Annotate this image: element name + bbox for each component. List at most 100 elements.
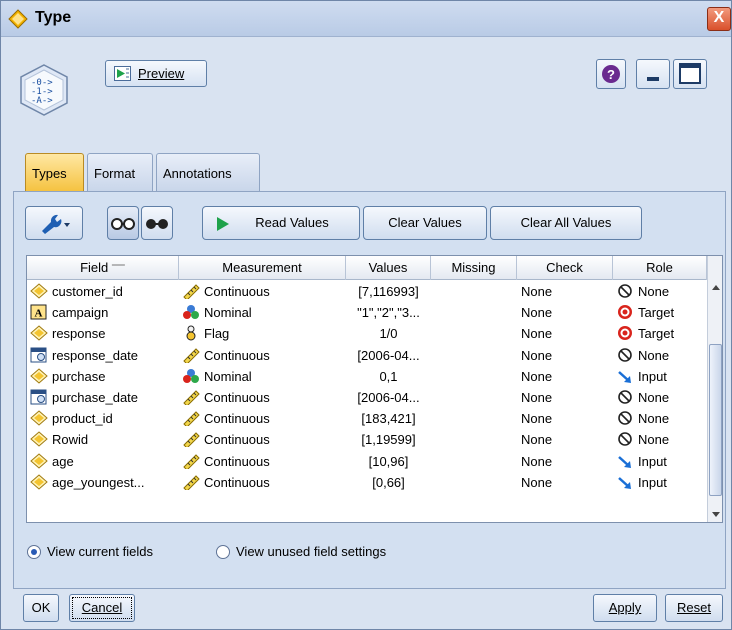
- continuous-field-icon: [30, 452, 48, 469]
- cell-role[interactable]: Input: [616, 366, 707, 387]
- cell-role[interactable]: None: [616, 345, 707, 366]
- cell-check[interactable]: None: [521, 345, 613, 366]
- scroll-down-arrow-icon[interactable]: [709, 508, 723, 520]
- cell-field-text: purchase: [52, 368, 106, 384]
- maximize-button[interactable]: [673, 59, 707, 89]
- cell-measurement[interactable]: Continuous: [182, 472, 344, 493]
- cell-missing: [431, 408, 517, 429]
- cell-missing: [431, 451, 517, 472]
- cell-measurement[interactable]: Continuous: [182, 451, 344, 472]
- minimize-button[interactable]: [636, 59, 670, 89]
- reset-label: Reset: [677, 600, 711, 615]
- cell-role-text: None: [638, 347, 670, 363]
- view-unused-settings-radio[interactable]: View unused field settings: [216, 544, 386, 559]
- cell-measurement[interactable]: Continuous: [182, 387, 344, 408]
- cell-role[interactable]: None: [616, 429, 707, 450]
- cell-measurement-text: Continuous: [204, 347, 270, 363]
- cell-measurement-text: Flag: [204, 326, 230, 342]
- none-icon: [616, 283, 634, 299]
- column-header-role[interactable]: Role: [613, 256, 707, 280]
- table-row[interactable]: response Flag 1/0 None Target: [27, 323, 707, 344]
- string-field-icon: A: [30, 304, 48, 320]
- clear-all-values-button[interactable]: Clear All Values: [490, 206, 642, 240]
- cancel-button[interactable]: Cancel: [69, 594, 135, 622]
- table-row[interactable]: customer_id Continuous [7,116993] None None: [27, 281, 707, 302]
- title-bar[interactable]: Type X: [1, 1, 731, 37]
- close-button[interactable]: X: [707, 7, 731, 31]
- vertical-scrollbar[interactable]: [707, 256, 723, 522]
- date-field-icon: [30, 347, 48, 363]
- cell-check[interactable]: None: [521, 302, 613, 323]
- cell-role[interactable]: Target: [616, 323, 707, 344]
- tools-dropdown-button[interactable]: [25, 206, 83, 240]
- cell-check[interactable]: None: [521, 366, 613, 387]
- cell-measurement[interactable]: Nominal: [182, 366, 344, 387]
- cell-check-text: None: [521, 432, 553, 448]
- column-header-check[interactable]: Check: [517, 256, 613, 280]
- cell-check[interactable]: None: [521, 281, 613, 302]
- cell-role[interactable]: None: [616, 387, 707, 408]
- table-row[interactable]: Rowid Continuous [1,19599] None None: [27, 429, 707, 450]
- input-arrow-icon: [616, 453, 634, 469]
- cell-field: age: [30, 451, 179, 472]
- scrollbar-thumb[interactable]: [709, 344, 722, 496]
- column-header-values[interactable]: Values: [346, 256, 431, 280]
- cell-field: customer_id: [30, 281, 179, 302]
- cell-measurement[interactable]: Continuous: [182, 345, 344, 366]
- target-icon: [616, 304, 634, 320]
- cell-role[interactable]: Target: [616, 302, 707, 323]
- scroll-up-arrow-icon[interactable]: [709, 282, 723, 294]
- cell-values-text: 1/0: [379, 326, 398, 342]
- cell-check[interactable]: None: [521, 387, 613, 408]
- svg-text:A: A: [35, 308, 43, 320]
- column-header-measurement[interactable]: Measurement: [179, 256, 346, 280]
- table-row[interactable]: Acampaign Nominal "1","2","3... None Target: [27, 302, 707, 323]
- cell-measurement[interactable]: Continuous: [182, 429, 344, 450]
- cell-check[interactable]: None: [521, 408, 613, 429]
- cell-check[interactable]: None: [521, 472, 613, 493]
- cell-role-text: None: [638, 411, 670, 427]
- cell-values: [0,66]: [346, 472, 431, 493]
- column-header-missing[interactable]: Missing: [431, 256, 517, 280]
- reset-button[interactable]: Reset: [665, 594, 723, 622]
- column-header-field[interactable]: Field ⎻: [27, 256, 179, 280]
- tab-annotations[interactable]: Annotations: [156, 153, 260, 191]
- read-values-button[interactable]: Read Values: [202, 206, 360, 240]
- preview-button[interactable]: Preview: [105, 60, 207, 87]
- cell-role[interactable]: Input: [616, 472, 707, 493]
- table-row[interactable]: purchase_date Continuous [2006-04... None No…: [27, 387, 707, 408]
- table-row[interactable]: purchase Nominal 0,1 None Input: [27, 366, 707, 387]
- fields-table: Field ⎻ Measurement Values Missing Check…: [26, 255, 723, 523]
- preview-icon: [114, 66, 131, 81]
- help-button[interactable]: ?: [596, 59, 626, 89]
- cell-role[interactable]: Input: [616, 451, 707, 472]
- cell-check-text: None: [521, 326, 553, 342]
- cell-measurement[interactable]: Continuous: [182, 281, 344, 302]
- cell-role[interactable]: None: [616, 408, 707, 429]
- show-fields-toggle[interactable]: [107, 206, 139, 240]
- svg-text:-A->: -A->: [31, 96, 53, 106]
- tab-types[interactable]: Types: [25, 153, 84, 191]
- cell-check[interactable]: None: [521, 323, 613, 344]
- table-row[interactable]: age_youngest... Continuous [0,66] None Input: [27, 472, 707, 493]
- hide-fields-toggle[interactable]: [141, 206, 173, 240]
- table-row[interactable]: product_id Continuous [183,421] None None: [27, 408, 707, 429]
- table-row[interactable]: age Continuous [10,96] None Input: [27, 451, 707, 472]
- cell-field-text: age: [52, 453, 74, 469]
- cell-measurement[interactable]: Continuous: [182, 408, 344, 429]
- cell-field: product_id: [30, 408, 179, 429]
- cell-values-text: [2006-04...: [357, 347, 420, 363]
- apply-label: Apply: [608, 600, 642, 615]
- cell-measurement[interactable]: Nominal: [182, 302, 344, 323]
- cell-check[interactable]: None: [521, 451, 613, 472]
- cell-measurement[interactable]: Flag: [182, 323, 344, 344]
- view-current-fields-radio[interactable]: View current fields: [27, 544, 153, 559]
- tab-format[interactable]: Format: [87, 153, 153, 191]
- clear-values-button[interactable]: Clear Values: [363, 206, 487, 240]
- cell-role[interactable]: None: [616, 281, 707, 302]
- cell-check[interactable]: None: [521, 429, 613, 450]
- apply-button[interactable]: Apply: [593, 594, 657, 622]
- cell-values-text: 0,1: [379, 368, 398, 384]
- ok-button[interactable]: OK: [23, 594, 59, 622]
- table-row[interactable]: response_date Continuous [2006-04... None No…: [27, 345, 707, 366]
